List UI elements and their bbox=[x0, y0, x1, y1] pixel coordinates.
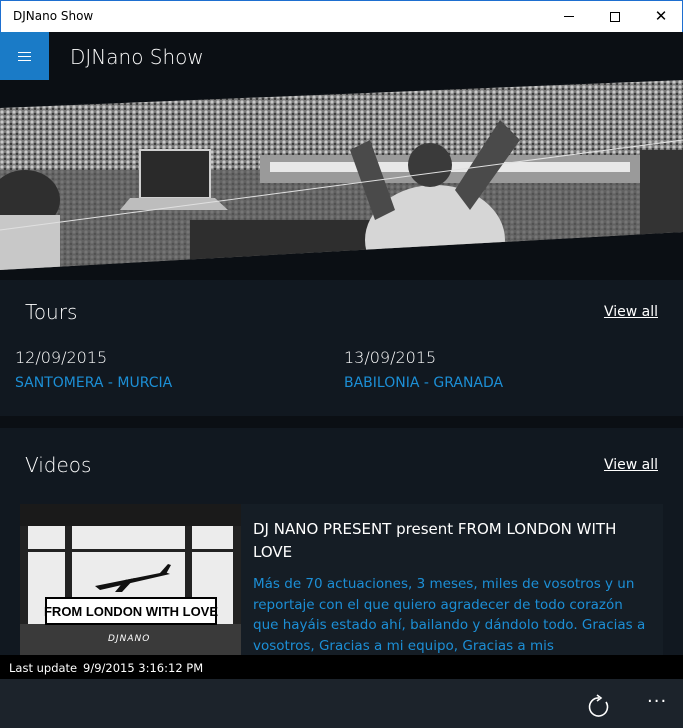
hamburger-menu-button[interactable] bbox=[0, 32, 49, 80]
videos-view-all-link[interactable]: View all bbox=[604, 457, 658, 473]
status-bar: Last update 9/9/2015 3:16:12 PM bbox=[0, 655, 683, 679]
tour-item[interactable]: 12/09/2015 SANTOMERA - MURCIA bbox=[15, 348, 172, 391]
videos-section: Videos View all FROM LONDON WITH LOVE DJ… bbox=[0, 428, 683, 655]
refresh-icon[interactable] bbox=[586, 694, 612, 720]
tour-date: 12/09/2015 bbox=[15, 348, 108, 367]
tours-heading: Tours bbox=[25, 300, 78, 324]
page-title: DJNano Show bbox=[70, 45, 204, 69]
tour-place: SANTOMERA - MURCIA bbox=[15, 375, 173, 391]
maximize-icon bbox=[610, 11, 620, 22]
tour-date: 13/09/2015 bbox=[344, 348, 437, 367]
video-description: Más de 70 actuaciones, 3 meses, miles de… bbox=[253, 576, 646, 654]
tours-view-all-link[interactable]: View all bbox=[604, 304, 658, 320]
command-bar: ··· bbox=[0, 679, 683, 728]
tour-place: BABILONIA - GRANADA bbox=[344, 375, 504, 391]
window-titlebar: DJNano Show ✕ bbox=[0, 0, 683, 32]
last-update-time: 9/9/2015 3:16:12 PM bbox=[83, 661, 204, 675]
videos-heading: Videos bbox=[25, 453, 92, 477]
maximize-button[interactable] bbox=[592, 1, 638, 32]
tour-item[interactable]: 13/09/2015 BABILONIA - GRANADA bbox=[344, 348, 503, 391]
thumbnail-logo: DJNANO bbox=[108, 634, 151, 644]
close-button[interactable]: ✕ bbox=[638, 1, 683, 32]
hero-banner-image bbox=[0, 80, 683, 270]
hamburger-icon bbox=[18, 51, 31, 53]
video-title: DJ NANO PRESENT present FROM LONDON WITH… bbox=[253, 520, 617, 561]
more-icon[interactable]: ··· bbox=[647, 691, 667, 712]
video-card[interactable]: FROM LONDON WITH LOVE DJNANO DJ NANO PRE… bbox=[20, 504, 663, 655]
tours-section: Tours View all 12/09/2015 SANTOMERA - MU… bbox=[0, 280, 683, 416]
thumbnail-image bbox=[20, 504, 241, 655]
minimize-icon bbox=[564, 16, 574, 17]
last-update-label: Last update bbox=[9, 661, 78, 675]
window-title: DJNano Show bbox=[13, 9, 94, 23]
video-thumbnail: FROM LONDON WITH LOVE DJNANO bbox=[20, 504, 241, 655]
thumbnail-caption: FROM LONDON WITH LOVE bbox=[44, 597, 218, 625]
minimize-button[interactable] bbox=[546, 1, 592, 32]
app-header: DJNano Show bbox=[0, 32, 683, 80]
close-icon: ✕ bbox=[654, 7, 668, 25]
